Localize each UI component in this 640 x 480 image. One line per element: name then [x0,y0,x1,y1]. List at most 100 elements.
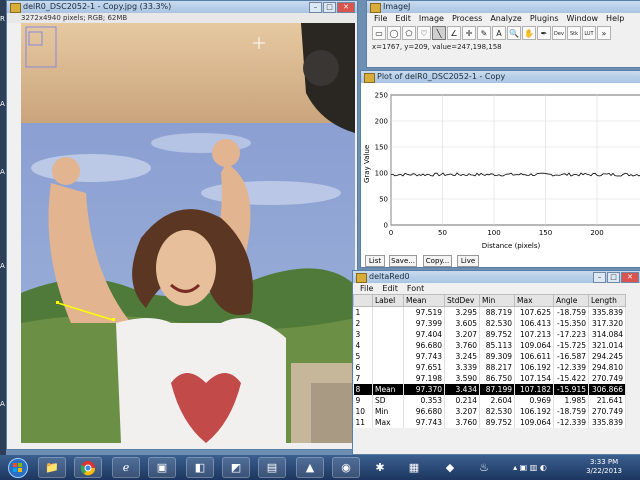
y-tick-label: 50 [379,196,388,204]
dropper-tool[interactable]: ✒ [537,26,551,40]
dev-tool[interactable]: Dev [552,26,566,40]
hand-tool[interactable]: ✋ [522,26,536,40]
list-button[interactable]: List [365,255,385,267]
table-row[interactable]: 8 Mean 97.370 3.434 87.199 107.182 -15.915 306.… [353,384,626,395]
table-row[interactable]: 1 97.519 3.295 88.719 107.625 -18.759 335.839 [353,306,626,318]
app-taskbar-icon[interactable]: ◧ [186,457,214,478]
column-header[interactable]: StdDev [444,294,480,307]
menu-image[interactable]: Image [419,13,444,25]
table-cell: 3.245 [444,351,480,362]
save-button[interactable]: Save... [389,255,417,267]
close-button[interactable]: ✕ [337,2,355,13]
y-tick-label: 200 [375,118,388,126]
table-row[interactable]: 2 97.399 3.605 82.530 106.413 -15.350 317.320 [353,318,626,329]
eraser-app-icon[interactable]: ◆ [436,457,464,478]
zoom-tool[interactable]: 🔍 [507,26,521,40]
results-table[interactable]: Label Mean StdDev Min Max Angle Length 1 97.519… [353,294,626,428]
chrome-taskbar-icon-2[interactable]: ◉ [332,457,360,478]
column-header[interactable]: Mean [403,294,445,307]
table-row[interactable]: 11 Max 97.743 3.760 89.752 109.064 -12.339 335.… [353,417,626,428]
poly-tool[interactable]: ⬠ [402,26,416,40]
red-app-icon[interactable]: ✱ [366,457,394,478]
explorer-taskbar-icon[interactable]: 📁 [38,457,66,478]
system-tray[interactable]: ▴ ▣ ▥ ◐ [500,457,560,478]
wand-tool[interactable]: ✎ [477,26,491,40]
text-tool[interactable]: A [492,26,506,40]
table-cell: 306.866 [588,384,626,395]
menu-edit[interactable]: Edit [395,13,411,25]
table-row[interactable]: 3 97.404 3.207 89.752 107.213 -17.223 314.084 [353,329,626,340]
more-tool[interactable]: » [597,26,611,40]
table-row[interactable]: 4 96.680 3.760 85.113 109.064 -15.725 321.014 [353,340,626,351]
menu-window[interactable]: Window [567,13,599,25]
menu-file[interactable]: File [374,13,387,25]
table-row[interactable]: 6 97.651 3.339 88.217 106.192 -12.339 294.810 [353,362,626,373]
clock-time: 3:33 PM [589,458,619,466]
imagej-window-icon [10,3,21,13]
column-header[interactable]: Min [479,294,515,307]
lut-tool[interactable]: LUT [582,26,596,40]
column-header[interactable]: Label [372,294,404,307]
table-row[interactable]: 7 97.198 3.590 86.750 107.154 -15.422 270.749 [353,373,626,384]
table-cell: 3.760 [444,340,480,351]
column-header[interactable]: Angle [553,294,589,307]
start-button[interactable] [4,457,32,478]
table-cell: 10 [353,406,373,417]
minimize-button[interactable]: – [593,272,606,283]
close-button[interactable]: ✕ [621,272,639,283]
table-cell: -12.339 [553,362,589,373]
table-cell: 96.680 [403,340,445,351]
internet-explorer-taskbar-icon[interactable]: ℯ [112,457,140,478]
clock[interactable]: 3:33 PM 3/22/2013 [586,458,622,476]
table-cell: 107.213 [514,329,554,340]
photo-viewer-taskbar-icon[interactable]: ▣ [148,457,176,478]
java-app-icon[interactable]: ♨ [470,457,498,478]
live-button[interactable]: Live [457,255,479,267]
menu-process[interactable]: Process [452,13,482,25]
rect-tool[interactable]: ▭ [372,26,386,40]
table-cell: 0.214 [444,395,480,406]
point-tool[interactable]: ✛ [462,26,476,40]
table-cell: -18.759 [553,306,589,318]
vlc-taskbar-icon[interactable]: ▲ [296,457,324,478]
monitor-taskbar-icon[interactable]: ▤ [258,457,286,478]
desktop-label: A [0,400,5,408]
table-row[interactable]: 9 SD 0.353 0.214 2.604 0.969 1.985 21.641 [353,395,626,406]
oval-tool[interactable]: ◯ [387,26,401,40]
table-cell: 82.530 [479,318,515,329]
menu-edit[interactable]: Edit [382,283,398,294]
copy-button[interactable]: Copy... [423,255,452,267]
image-canvas[interactable] [21,23,355,443]
column-header[interactable] [353,294,373,307]
menu-font[interactable]: Font [407,283,424,294]
green-app-icon[interactable]: ▦ [400,457,428,478]
line-tool[interactable]: ╲ [432,26,446,40]
free-tool[interactable]: ♡ [417,26,431,40]
table-cell: -15.725 [553,340,589,351]
stk-tool[interactable]: Stk [567,26,581,40]
menu-plugins[interactable]: Plugins [530,13,559,25]
maximize-button[interactable]: □ [607,272,620,283]
table-cell: 335.839 [588,306,626,318]
menu-analyze[interactable]: Analyze [490,13,522,25]
table-cell: 86.750 [479,373,515,384]
table-cell: 109.064 [514,417,554,428]
maximize-button[interactable]: □ [323,2,336,13]
minimize-button[interactable]: – [309,2,322,13]
plot-titlebar[interactable]: Plot of delR0_DSC2052-1 - Copy [361,71,640,83]
results-title: deltaRed0 [369,272,410,281]
results-titlebar[interactable]: deltaRed0 – □ ✕ [353,271,640,283]
column-header[interactable]: Length [588,294,626,307]
imagej-taskbar-icon[interactable]: ◩ [222,457,250,478]
menu-help[interactable]: Help [606,13,624,25]
imagej-titlebar[interactable]: ImageJ [367,1,640,13]
table-row[interactable]: 5 97.743 3.245 89.309 106.611 -16.587 294.245 [353,351,626,362]
column-header[interactable]: Max [514,294,554,307]
chrome-taskbar-icon[interactable] [74,457,102,478]
x-tick-label: 50 [438,229,447,237]
image-window-titlebar[interactable]: delR0_DSC2052-1 - Copy.jpg (33.3%) – □ ✕ [7,1,357,13]
menu-file[interactable]: File [360,283,373,294]
table-cell: 106.413 [514,318,554,329]
angle-tool[interactable]: ∠ [447,26,461,40]
table-row[interactable]: 10 Min 96.680 3.207 82.530 106.192 -18.759 270.… [353,406,626,417]
